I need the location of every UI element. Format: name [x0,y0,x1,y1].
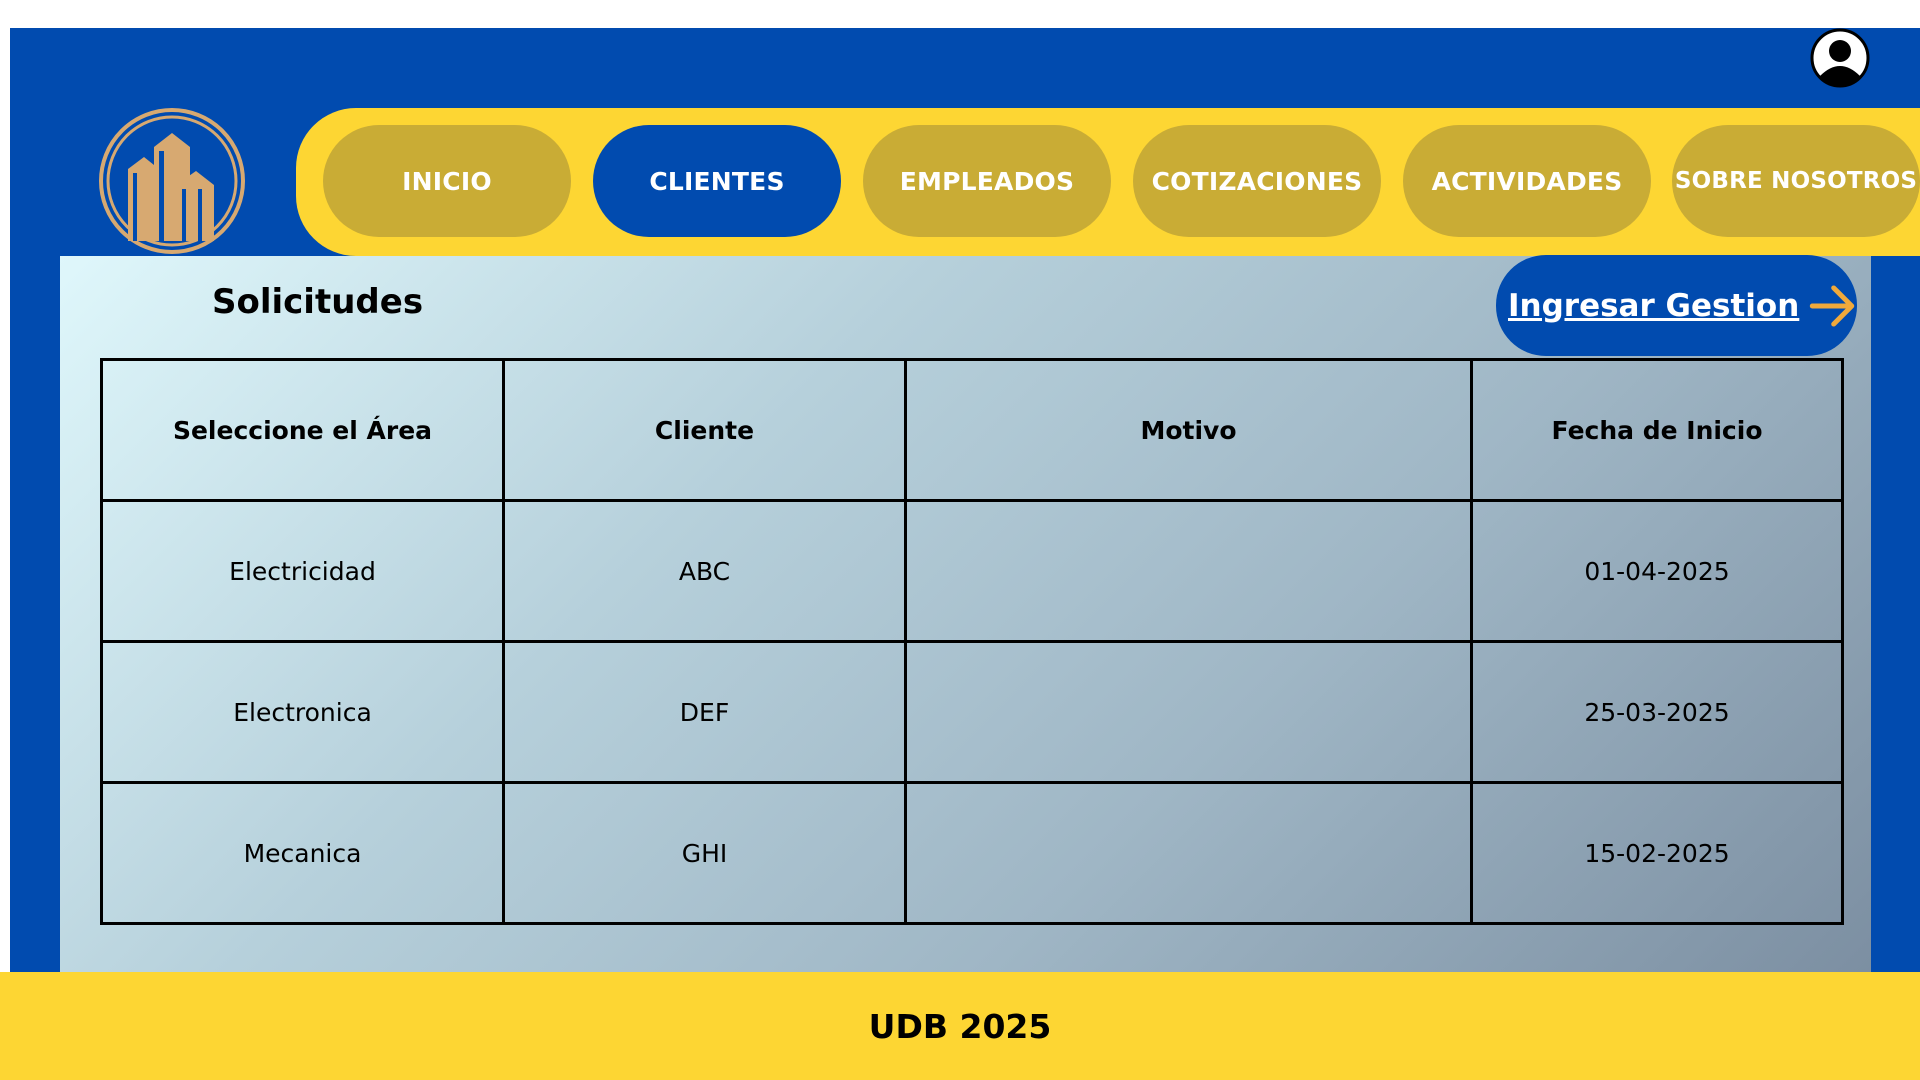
nav-item-sobre-nosotros[interactable]: SOBRE NOSOTROS [1672,125,1920,237]
page: INICIO CLIENTES EMPLEADOS COTIZACIONES A… [0,0,1920,1080]
cell-cliente: GHI [502,781,907,925]
nav-item-inicio[interactable]: INICIO [323,125,571,237]
nav-item-actividades[interactable]: ACTIVIDADES [1403,125,1651,237]
user-avatar-icon[interactable] [1810,28,1870,88]
cell-fecha-inicio: 15-02-2025 [1470,781,1844,925]
table-row[interactable]: Electronica DEF 25-03-2025 [100,640,1844,784]
header-fecha-inicio[interactable]: Fecha de Inicio [1470,358,1844,502]
nav-item-clientes[interactable]: CLIENTES [593,125,841,237]
cell-area: Mecanica [100,781,505,925]
cell-motivo [904,781,1473,925]
cell-motivo [904,499,1473,643]
table-row[interactable]: Electricidad ABC 01-04-2025 [100,499,1844,643]
table-row[interactable]: Mecanica GHI 15-02-2025 [100,781,1844,925]
cell-cliente: DEF [502,640,907,784]
header-motivo[interactable]: Motivo [904,358,1473,502]
cell-fecha-inicio: 01-04-2025 [1470,499,1844,643]
cell-area: Electricidad [100,499,505,643]
footer-text: UDB 2025 [868,1006,1052,1046]
arrow-right-icon [1810,284,1855,327]
ingresar-gestion-label: Ingresar Gestion [1508,287,1800,324]
header-area[interactable]: Seleccione el Área [100,358,505,502]
page-title: Solicitudes [212,282,424,322]
cell-fecha-inicio: 25-03-2025 [1470,640,1844,784]
footer: UDB 2025 [0,972,1920,1080]
cell-area: Electronica [100,640,505,784]
buildings-logo-icon[interactable] [98,107,246,255]
cell-cliente: ABC [502,499,907,643]
cell-motivo [904,640,1473,784]
nav-item-empleados[interactable]: EMPLEADOS [863,125,1111,237]
table-header-row: Seleccione el Área Cliente Motivo Fecha … [100,358,1844,502]
header-cliente[interactable]: Cliente [502,358,907,502]
ingresar-gestion-button[interactable]: Ingresar Gestion [1496,255,1857,356]
solicitudes-table: Seleccione el Área Cliente Motivo Fecha … [100,358,1844,925]
nav-item-cotizaciones[interactable]: COTIZACIONES [1133,125,1381,237]
